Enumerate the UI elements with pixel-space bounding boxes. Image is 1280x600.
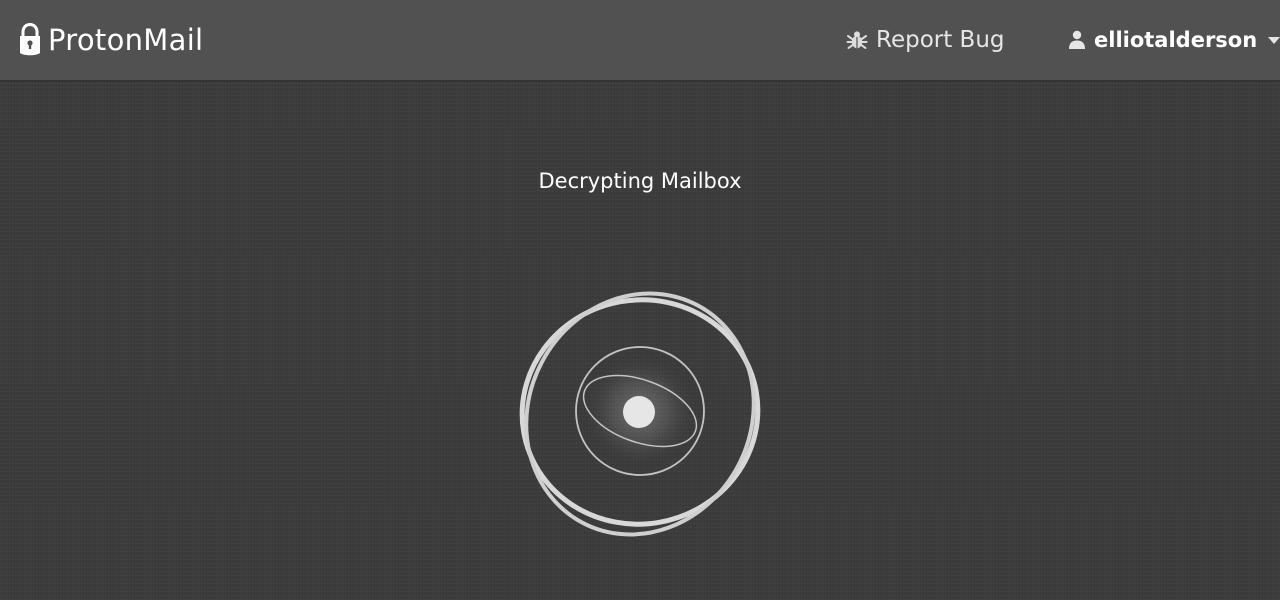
user-menu-dropdown[interactable]: elliotalderson <box>1068 24 1280 56</box>
brand-name: ProtonMail <box>48 23 204 57</box>
report-bug-button[interactable]: Report Bug <box>846 24 1005 56</box>
protonmail-logo-link[interactable]: ProtonMail <box>18 20 203 60</box>
bug-icon <box>846 31 868 49</box>
decrypting-mailbox-status: Decrypting Mailbox <box>538 169 742 193</box>
username-label: elliotalderson <box>1094 28 1258 52</box>
lock-icon <box>20 23 40 56</box>
top-navigation-bar: ProtonMail Report Bug elliotalderson <box>0 0 1280 80</box>
atom-loader-icon <box>519 291 761 537</box>
caret-down-icon <box>1268 37 1280 44</box>
app-window: ProtonMail Report Bug elliotalderson Dec… <box>0 0 1280 600</box>
user-icon <box>1069 30 1085 49</box>
report-bug-label: Report Bug <box>876 27 1005 53</box>
